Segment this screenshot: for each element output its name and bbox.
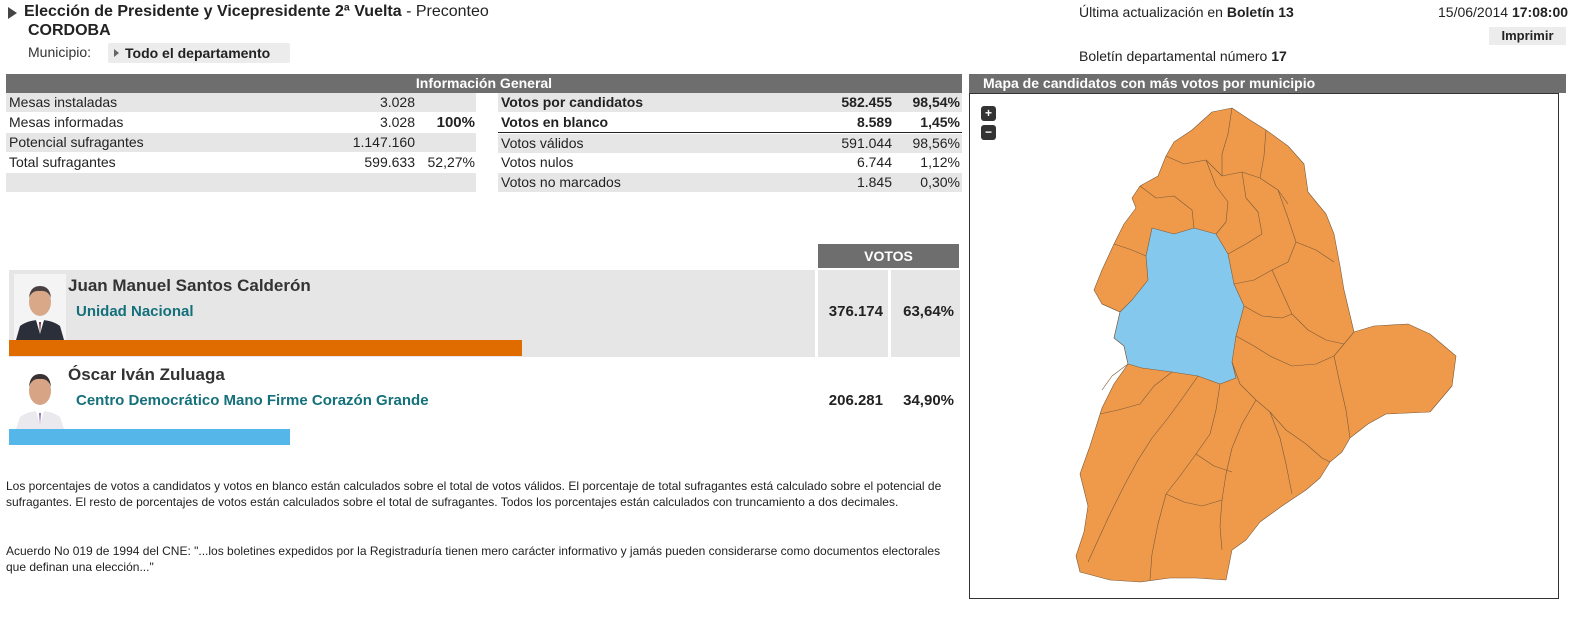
row-label: Votos nulos [501,154,574,170]
table-row: Total sufragantes 599.633 52,27% [6,153,476,172]
table-row: Mesas instaladas 3.028 [6,93,476,112]
row-value: 1.845 [856,174,892,190]
candidate-row: 206.281 34,90% Óscar Iván Zuluaga Centro… [9,359,960,446]
row-label: Votos válidos [501,135,584,151]
bulletin-value: 17 [1271,48,1287,64]
municipio-select[interactable]: Todo el departamento [108,43,290,63]
update-date: 15/06/2014 [1438,4,1512,20]
department-name: CORDOBA [28,22,111,39]
row-value: 6.744 [856,154,892,170]
map-svg [1075,107,1457,583]
row-pct: 0,30% [920,174,960,190]
election-subtitle: - Preconteo [401,3,489,20]
update-datetime: 15/06/2014 17:08:00 [1438,4,1568,20]
row-pct: 98,54% [912,94,960,110]
percentages-note: Los porcentajes de votos a candidatos y … [6,479,942,509]
title-arrow-icon [8,7,17,19]
bulletin-number: Boletín departamental número 17 [1079,48,1287,64]
candidate-votes: 376.174 [818,270,888,357]
table-row: Votos por candidatos 582.455 98,54% [498,93,962,112]
row-label: Total sufragantes [9,154,116,170]
municipality-map[interactable]: + − [969,93,1559,599]
candidate-name: Óscar Iván Zuluaga [68,365,225,384]
candidate-pct: 63,64% [891,270,960,357]
update-time: 17:08:00 [1511,4,1569,20]
row-label: Votos en blanco [501,114,609,130]
municipio-label: Municipio: [28,44,92,60]
row-value: 591.044 [841,135,892,151]
candidate-vote-bar [9,429,290,445]
row-label: Votos por candidatos [501,94,644,110]
print-button[interactable]: Imprimir [1489,27,1566,45]
row-value: 599.633 [364,154,415,170]
table-row: Votos en blanco 8.589 1,45% [498,113,962,133]
election-title: Elección de Presidente y Vicepresidente … [24,3,402,20]
row-value: 3.028 [379,114,415,130]
candidate-photo[interactable] [14,274,66,340]
row-pct: 98,56% [912,135,960,151]
candidate-photo[interactable] [14,363,66,429]
votes-header: VOTOS [818,244,959,268]
candidate-pct: 34,90% [903,392,954,409]
row-label: Votos no marcados [501,174,621,190]
table-row: Votos válidos 591.044 98,56% [498,134,962,153]
row-pct: 100% [436,114,475,131]
table-row-empty [6,173,476,192]
row-value: 1.147.160 [352,134,415,150]
row-value: 3.028 [379,94,415,110]
bulletin-label: Boletín departamental número [1079,48,1272,64]
candidate-votes: 206.281 [828,392,883,409]
candidate-vote-bar [9,340,522,356]
candidate-portrait-icon [14,363,66,429]
table-row: Potencial sufragantes 1.147.160 [6,133,476,152]
last-update: Última actualización en Boletín 13 [1079,4,1294,20]
candidate-name: Juan Manuel Santos Calderón [68,276,311,295]
candidate-portrait-icon [14,274,66,340]
table-row: Votos nulos 6.744 1,12% [498,153,962,172]
row-pct: 52,27% [427,154,475,170]
candidate-party[interactable]: Centro Democrático Mano Firme Corazón Gr… [76,392,429,409]
last-update-label: Última actualización en [1079,4,1227,20]
row-value: 8.589 [856,114,892,130]
chevron-right-icon [114,49,119,57]
cne-disclaimer: Acuerdo No 019 de 1994 del CNE: "...los … [6,544,941,574]
municipio-value: Todo el departamento [125,45,271,61]
table-row: Mesas informadas 3.028 100% [6,113,476,132]
table-row: Votos no marcados 1.845 0,30% [498,173,962,192]
candidate-party[interactable]: Unidad Nacional [76,303,194,320]
row-pct: 1,45% [920,114,960,130]
row-label: Mesas instaladas [9,94,118,110]
row-value: 582.455 [841,94,892,110]
row-label: Mesas informadas [9,114,124,130]
page-title: Elección de Presidente y Vicepresidente … [24,3,489,21]
last-update-value: Boletín 13 [1226,4,1294,20]
info-general-header: Información General [6,74,962,93]
row-label: Potencial sufragantes [9,134,144,150]
map-header: Mapa de candidatos con más votos por mun… [969,74,1566,93]
row-pct: 1,12% [920,154,960,170]
candidate-row: 376.174 63,64% Juan Manuel Santos Calder… [9,270,960,357]
